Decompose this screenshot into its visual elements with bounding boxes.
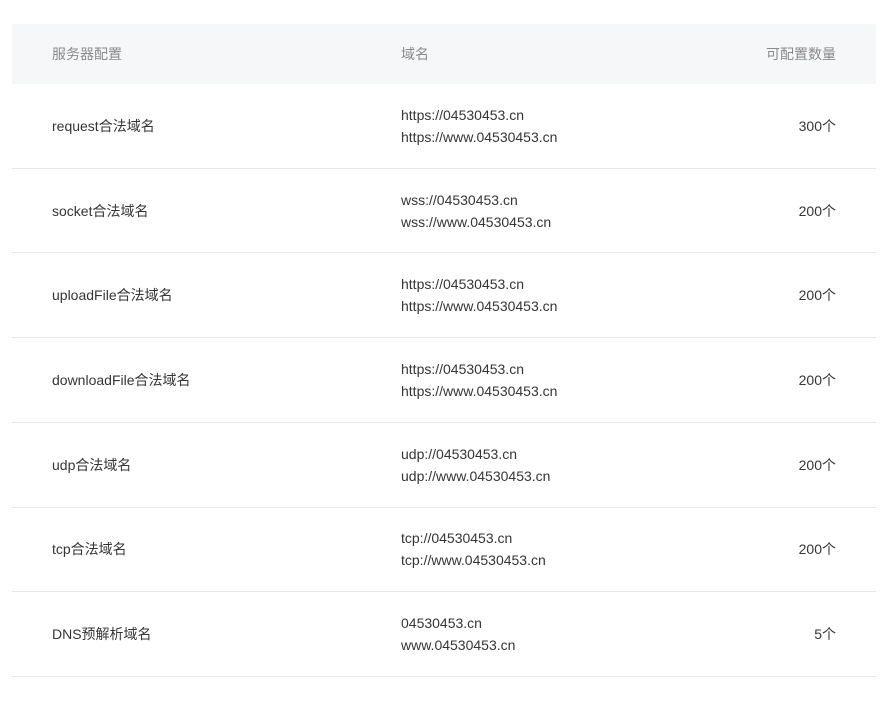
table-row: tcp合法域名 tcp://04530453.cn tcp://www.0453… [12, 508, 876, 593]
header-count: 可配置数量 [766, 46, 836, 62]
table-header: 服务器配置 域名 可配置数量 [12, 24, 876, 84]
table-row: socket合法域名 wss://04530453.cn wss://www.0… [12, 169, 876, 254]
table-row: udp合法域名 udp://04530453.cn udp://www.0453… [12, 423, 876, 508]
table-row: uploadFile合法域名 https://04530453.cn https… [12, 253, 876, 339]
row-config: downloadFile合法域名 [52, 371, 191, 388]
row-count: 200个 [798, 541, 836, 558]
row-domain-list: https://04530453.cn https://www.04530453… [401, 273, 701, 317]
row-count: 200个 [798, 287, 836, 304]
header-config: 服务器配置 [52, 46, 122, 62]
table-row: request合法域名 https://04530453.cn https://… [12, 84, 876, 169]
row-domain: https://www.04530453.cn [401, 382, 558, 399]
row-domain: https://www.04530453.cn [401, 128, 558, 145]
row-config: DNS预解析域名 [52, 626, 152, 643]
row-domain-list: 04530453.cn www.04530453.cn [401, 612, 701, 656]
row-domain: tcp://www.04530453.cn [401, 552, 546, 569]
table-row: DNS预解析域名 04530453.cn www.04530453.cn 5个 [12, 592, 876, 677]
table-row: downloadFile合法域名 https://04530453.cn htt… [12, 338, 876, 423]
row-count: 200个 [798, 371, 836, 388]
row-domain-list: https://04530453.cn https://www.04530453… [401, 104, 701, 148]
row-domain: https://04530453.cn [401, 106, 524, 123]
row-config: socket合法域名 [52, 202, 149, 219]
row-count: 300个 [798, 117, 836, 134]
row-count: 5个 [814, 626, 836, 643]
row-domain-list: udp://04530453.cn udp://www.04530453.cn [401, 443, 701, 487]
row-domain: https://04530453.cn [401, 276, 524, 293]
row-domain: udp://04530453.cn [401, 445, 517, 462]
domain-config-table: 服务器配置 域名 可配置数量 request合法域名 https://04530… [12, 24, 876, 677]
row-domain: https://04530453.cn [401, 360, 524, 377]
row-config: request合法域名 [52, 117, 155, 134]
row-count: 200个 [798, 456, 836, 473]
row-domain: wss://www.04530453.cn [401, 213, 552, 230]
row-domain: udp://www.04530453.cn [401, 467, 551, 484]
row-domain: 04530453.cn [401, 615, 482, 632]
row-domain: tcp://04530453.cn [401, 530, 513, 547]
row-domain-list: tcp://04530453.cn tcp://www.04530453.cn [401, 527, 701, 571]
header-domain: 域名 [401, 46, 429, 62]
row-domain: www.04530453.cn [401, 637, 516, 654]
row-domain-list: https://04530453.cn https://www.04530453… [401, 358, 701, 402]
row-domain: https://www.04530453.cn [401, 298, 558, 315]
row-domain-list: wss://04530453.cn wss://www.04530453.cn [401, 189, 701, 233]
row-domain: wss://04530453.cn [401, 191, 518, 208]
row-config: udp合法域名 [52, 456, 132, 473]
row-config: uploadFile合法域名 [52, 287, 173, 304]
row-count: 200个 [798, 202, 836, 219]
row-config: tcp合法域名 [52, 541, 127, 558]
